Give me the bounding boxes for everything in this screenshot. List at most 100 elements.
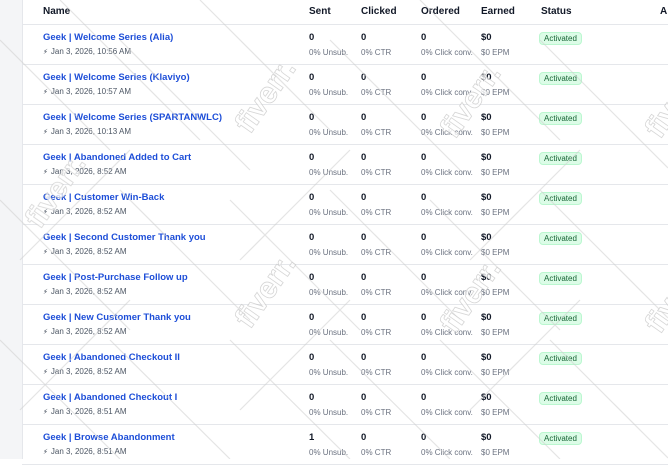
epm-value: $0 EPM	[481, 328, 510, 337]
table-row[interactable]: Geek | Abandoned Checkout II ⚡︎ Jan 3, 202…	[22, 344, 668, 385]
earned-amount: $0	[481, 32, 492, 43]
clicked-count: 0	[361, 392, 367, 403]
earned-amount: $0	[481, 232, 492, 243]
flow-name-link[interactable]: Geek | Welcome Series (Alia)	[43, 32, 173, 43]
trigger-bolt-icon: ⚡︎	[43, 169, 48, 176]
status-badge: Activated	[539, 32, 582, 45]
trigger-bolt-icon: ⚡︎	[43, 89, 48, 96]
sent-count: 0	[309, 112, 315, 123]
flow-name-link[interactable]: Geek | Browse Abandonment	[43, 432, 175, 443]
ordered-count: 0	[421, 192, 427, 203]
trigger-bolt-icon: ⚡︎	[43, 249, 48, 256]
ctr-rate: 0% CTR	[361, 48, 392, 57]
sent-count: 0	[309, 32, 315, 43]
table-row[interactable]: Geek | Post-Purchase Follow up ⚡︎ Jan 3, 2…	[22, 264, 668, 305]
flow-name-link[interactable]: Geek | New Customer Thank you	[43, 312, 191, 323]
ordered-count: 0	[421, 312, 427, 323]
ctr-rate: 0% CTR	[361, 368, 392, 377]
unsub-rate: 0% Unsub.	[309, 448, 349, 457]
earned-amount: $0	[481, 192, 492, 203]
sent-count: 0	[309, 352, 315, 363]
column-header-name[interactable]: Name	[43, 6, 70, 17]
trigger-bolt-icon: ⚡︎	[43, 289, 48, 296]
click-conversion-rate: 0% Click conv.	[421, 408, 473, 417]
flow-name-link[interactable]: Geek | Abandoned Checkout II	[43, 352, 180, 363]
unsub-rate: 0% Unsub.	[309, 248, 349, 257]
clicked-count: 0	[361, 112, 367, 123]
unsub-rate: 0% Unsub.	[309, 48, 349, 57]
epm-value: $0 EPM	[481, 88, 510, 97]
ordered-count: 0	[421, 112, 427, 123]
ordered-count: 0	[421, 352, 427, 363]
table-row[interactable]: Geek | Welcome Series (Alia) ⚡︎ Jan 3, 202…	[22, 24, 668, 65]
clicked-count: 0	[361, 72, 367, 83]
status-badge: Activated	[539, 352, 582, 365]
column-header-clicked[interactable]: Clicked	[361, 6, 397, 17]
table-row[interactable]: Geek | Second Customer Thank you ⚡︎ Jan 3,…	[22, 224, 668, 265]
column-header-ordered[interactable]: Ordered	[421, 6, 460, 17]
sent-count: 0	[309, 232, 315, 243]
ctr-rate: 0% CTR	[361, 328, 392, 337]
unsub-rate: 0% Unsub.	[309, 128, 349, 137]
table-row[interactable]: Geek | Abandoned Checkout I ⚡︎ Jan 3, 2026…	[22, 384, 668, 425]
flow-name-link[interactable]: Geek | Abandoned Added to Cart	[43, 152, 191, 163]
trigger-bolt-icon: ⚡︎	[43, 129, 48, 136]
flow-name-link[interactable]: Geek | Customer Win-Back	[43, 192, 164, 203]
clicked-count: 0	[361, 152, 367, 163]
flow-date-text: Jan 3, 2026, 8:52 AM	[50, 167, 127, 176]
trigger-bolt-icon: ⚡︎	[43, 449, 48, 456]
table-row[interactable]: Geek | Welcome Series (SPARTANWLC) ⚡︎ Jan …	[22, 104, 668, 145]
flow-name-link[interactable]: Geek | Post-Purchase Follow up	[43, 272, 188, 283]
epm-value: $0 EPM	[481, 408, 510, 417]
epm-value: $0 EPM	[481, 128, 510, 137]
ctr-rate: 0% CTR	[361, 128, 392, 137]
earned-amount: $0	[481, 272, 492, 283]
epm-value: $0 EPM	[481, 208, 510, 217]
flow-date: ⚡︎ Jan 3, 2026, 8:52 AM	[43, 167, 127, 176]
flow-name-link[interactable]: Geek | Welcome Series (SPARTANWLC)	[43, 112, 222, 123]
column-header-sent[interactable]: Sent	[309, 6, 331, 17]
ordered-count: 0	[421, 32, 427, 43]
earned-amount: $0	[481, 152, 492, 163]
flow-name-link[interactable]: Geek | Second Customer Thank you	[43, 232, 206, 243]
status-badge: Activated	[539, 272, 582, 285]
table-row[interactable]: Geek | Customer Win-Back ⚡︎ Jan 3, 2026, 8…	[22, 184, 668, 225]
flow-date: ⚡︎ Jan 3, 2026, 8:51 AM	[43, 447, 127, 456]
status-badge: Activated	[539, 72, 582, 85]
earned-amount: $0	[481, 432, 492, 443]
flow-name-link[interactable]: Geek | Abandoned Checkout I	[43, 392, 177, 403]
table-row[interactable]: Geek | New Customer Thank you ⚡︎ Jan 3, 20…	[22, 304, 668, 345]
trigger-bolt-icon: ⚡︎	[43, 329, 48, 336]
flow-date-text: Jan 3, 2026, 8:52 AM	[50, 287, 127, 296]
trigger-bolt-icon: ⚡︎	[43, 409, 48, 416]
click-conversion-rate: 0% Click conv.	[421, 208, 473, 217]
flow-date: ⚡︎ Jan 3, 2026, 8:51 AM	[43, 407, 127, 416]
flow-date-text: Jan 3, 2026, 8:52 AM	[50, 247, 127, 256]
flow-date-text: Jan 3, 2026, 10:57 AM	[50, 87, 131, 96]
unsub-rate: 0% Unsub.	[309, 368, 349, 377]
epm-value: $0 EPM	[481, 248, 510, 257]
ctr-rate: 0% CTR	[361, 448, 392, 457]
sent-count: 0	[309, 392, 315, 403]
sent-count: 0	[309, 152, 315, 163]
flow-name-link[interactable]: Geek | Welcome Series (Klaviyo)	[43, 72, 190, 83]
flow-date-text: Jan 3, 2026, 10:13 AM	[50, 127, 131, 136]
column-header-status[interactable]: Status	[541, 6, 572, 17]
clicked-count: 0	[361, 312, 367, 323]
unsub-rate: 0% Unsub.	[309, 208, 349, 217]
status-badge: Activated	[539, 432, 582, 445]
table-header: Name Sent Clicked Ordered Earned Status …	[22, 0, 668, 25]
clicked-count: 0	[361, 32, 367, 43]
unsub-rate: 0% Unsub.	[309, 328, 349, 337]
ctr-rate: 0% CTR	[361, 408, 392, 417]
flow-date-text: Jan 3, 2026, 8:52 AM	[50, 327, 127, 336]
earned-amount: $0	[481, 312, 492, 323]
click-conversion-rate: 0% Click conv.	[421, 88, 473, 97]
flow-date-text: Jan 3, 2026, 8:52 AM	[50, 367, 127, 376]
table-row[interactable]: Geek | Welcome Series (Klaviyo) ⚡︎ Jan 3, …	[22, 64, 668, 105]
column-header-earned[interactable]: Earned	[481, 6, 515, 17]
ctr-rate: 0% CTR	[361, 168, 392, 177]
click-conversion-rate: 0% Click conv.	[421, 328, 473, 337]
table-row[interactable]: Geek | Abandoned Added to Cart ⚡︎ Jan 3, 2…	[22, 144, 668, 185]
status-badge: Activated	[539, 192, 582, 205]
